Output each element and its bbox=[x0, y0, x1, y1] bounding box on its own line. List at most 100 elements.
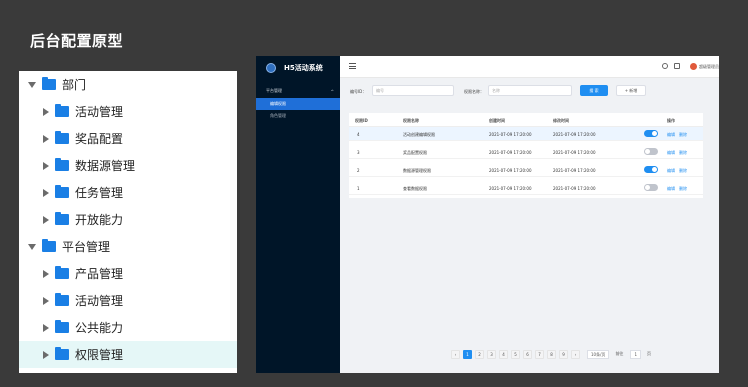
tree-item[interactable]: 部门 bbox=[19, 71, 237, 98]
sidebar-item-edit-permission[interactable]: 编辑权限 bbox=[256, 98, 340, 110]
tree-item-label: 奖品配置 bbox=[75, 132, 124, 146]
page-button[interactable]: 8 bbox=[547, 349, 556, 359]
app-logo-text: H5活动系统 bbox=[284, 64, 323, 72]
page-button[interactable]: 1 bbox=[463, 349, 472, 359]
caret-right-icon[interactable] bbox=[43, 134, 49, 143]
column-header: 权限ID bbox=[355, 118, 368, 123]
next-page-icon[interactable]: › bbox=[571, 349, 580, 359]
name-filter-input[interactable]: 名称 bbox=[488, 85, 572, 96]
tree-item[interactable]: 权限管理 bbox=[19, 341, 237, 368]
caret-right-icon[interactable] bbox=[43, 107, 49, 116]
table-cell-modified: 2021-07-09 17:20:00 bbox=[553, 168, 596, 173]
folder-icon bbox=[55, 293, 69, 306]
table-row[interactable]: 1 查看数据权限 2021-07-09 17:20:00 2021-07-09 17:… bbox=[349, 181, 703, 195]
table-cell-created: 2021-07-09 17:20:00 bbox=[489, 132, 532, 137]
table-header: 权限ID 权限名称 创建时间 修改时间 操作 bbox=[349, 113, 703, 127]
tree-item-label: 部门 bbox=[62, 78, 87, 92]
tree-item-label: 数据源管理 bbox=[75, 159, 136, 173]
tree-item[interactable]: 产品管理 bbox=[19, 260, 237, 287]
fullscreen-icon[interactable] bbox=[674, 63, 680, 69]
folder-icon bbox=[42, 77, 56, 90]
sidebar-item-role-management[interactable]: 角色管理 bbox=[256, 110, 340, 122]
status-toggle[interactable] bbox=[644, 148, 658, 155]
status-toggle[interactable] bbox=[644, 166, 658, 173]
table-cell-name: 查看数据权限 bbox=[403, 186, 427, 191]
add-button[interactable]: + 新增 bbox=[616, 85, 646, 96]
table-cell-name: 奖品配置权限 bbox=[403, 150, 427, 155]
column-header: 创建时间 bbox=[489, 118, 505, 123]
caret-right-icon[interactable] bbox=[43, 296, 49, 305]
status-toggle[interactable] bbox=[644, 184, 658, 191]
search-icon[interactable] bbox=[662, 63, 668, 69]
column-header: 修改时间 bbox=[553, 118, 569, 123]
tree-item[interactable]: 奖品配置 bbox=[19, 125, 237, 152]
delete-link[interactable]: 删除 bbox=[679, 150, 687, 156]
column-header: 权限名称 bbox=[403, 118, 419, 123]
id-filter-input[interactable]: 编号 bbox=[372, 85, 454, 96]
edit-link[interactable]: 编辑 bbox=[667, 168, 675, 174]
menu-toggle-icon[interactable] bbox=[349, 63, 356, 69]
page-button[interactable]: 4 bbox=[499, 349, 508, 359]
name-filter-label: 权限名称： bbox=[464, 89, 484, 94]
app-screenshot: H5活动系统 平台管理 ^ 编辑权限 角色管理 超级管理员 编号ID： 编号 权… bbox=[256, 56, 719, 373]
table-row[interactable]: 3 奖品配置权限 2021-07-09 17:20:00 2021-07-09 17:… bbox=[349, 145, 703, 159]
table-row[interactable]: 4 活动创建编辑权限 2021-07-09 17:20:00 2021-07-09 1… bbox=[349, 127, 703, 141]
caret-right-icon[interactable] bbox=[43, 161, 49, 170]
edit-link[interactable]: 编辑 bbox=[667, 132, 675, 138]
folder-icon bbox=[55, 104, 69, 117]
sidebar-group-platform[interactable]: 平台管理 ^ bbox=[256, 84, 340, 98]
table-row[interactable]: 2 数据源管理权限 2021-07-09 17:20:00 2021-07-09 17… bbox=[349, 163, 703, 177]
goto-input[interactable]: 1 bbox=[630, 349, 641, 359]
caret-down-icon[interactable] bbox=[28, 243, 36, 250]
tree-item[interactable]: 数据源管理 bbox=[19, 152, 237, 179]
slide-title: 后台配置原型 bbox=[30, 32, 124, 50]
page-button[interactable]: 9 bbox=[559, 349, 568, 359]
folder-icon bbox=[55, 266, 69, 279]
page-button[interactable]: 5 bbox=[511, 349, 520, 359]
edit-link[interactable]: 编辑 bbox=[667, 186, 675, 192]
username[interactable]: 超级管理员 bbox=[699, 64, 719, 70]
caret-right-icon[interactable] bbox=[43, 323, 49, 332]
tree-item[interactable]: 活动管理 bbox=[19, 287, 237, 314]
table-cell-id: 4 bbox=[357, 132, 360, 137]
caret-right-icon[interactable] bbox=[43, 188, 49, 197]
table-cell-created: 2021-07-09 17:20:00 bbox=[489, 150, 532, 155]
caret-right-icon[interactable] bbox=[43, 269, 49, 278]
tree-item-label: 活动管理 bbox=[75, 294, 124, 308]
column-header: 操作 bbox=[667, 118, 675, 123]
table-cell-modified: 2021-07-09 17:20:00 bbox=[553, 132, 596, 137]
tree-item[interactable]: 任务管理 bbox=[19, 179, 237, 206]
sidebar-item-label: 编辑权限 bbox=[270, 101, 286, 106]
tree-item[interactable]: 平台管理 bbox=[19, 233, 237, 260]
caret-down-icon[interactable] bbox=[28, 81, 36, 88]
folder-icon bbox=[55, 320, 69, 333]
edit-link[interactable]: 编辑 bbox=[667, 150, 675, 156]
search-button[interactable]: 搜 索 bbox=[580, 85, 608, 96]
folder-icon bbox=[55, 347, 69, 360]
app-sidebar: H5活动系统 平台管理 ^ 编辑权限 角色管理 bbox=[256, 56, 340, 373]
page-button[interactable]: 3 bbox=[487, 349, 496, 359]
filter-bar: 编号ID： 编号 权限名称： 名称 搜 索 + 新增 bbox=[340, 78, 719, 104]
page-size-select[interactable]: 10条/页 bbox=[587, 349, 610, 359]
page-button[interactable]: 7 bbox=[535, 349, 544, 359]
pagination: ‹ 1 2 3 4 5 6 7 8 9 › 10条/页 前往 1 页 bbox=[451, 349, 654, 359]
delete-link[interactable]: 删除 bbox=[679, 132, 687, 138]
tree-item[interactable]: 开放能力 bbox=[19, 206, 237, 233]
status-toggle[interactable] bbox=[644, 130, 658, 137]
page-button[interactable]: 2 bbox=[475, 349, 484, 359]
tree-item-label: 任务管理 bbox=[75, 186, 124, 200]
caret-right-icon[interactable] bbox=[43, 350, 49, 359]
caret-right-icon[interactable] bbox=[43, 215, 49, 224]
table-cell-created: 2021-07-09 17:20:00 bbox=[489, 186, 532, 191]
avatar[interactable] bbox=[690, 63, 697, 70]
sidebar-group-label: 平台管理 bbox=[266, 88, 282, 93]
delete-link[interactable]: 删除 bbox=[679, 186, 687, 192]
app-logo[interactable]: H5活动系统 bbox=[256, 56, 340, 80]
table-cell-modified: 2021-07-09 17:20:00 bbox=[553, 186, 596, 191]
delete-link[interactable]: 删除 bbox=[679, 168, 687, 174]
prev-page-icon[interactable]: ‹ bbox=[451, 349, 460, 359]
tree-item[interactable]: 活动管理 bbox=[19, 98, 237, 125]
permission-table: 权限ID 权限名称 创建时间 修改时间 操作 4 活动创建编辑权限 2021-07-… bbox=[349, 113, 703, 198]
page-button[interactable]: 6 bbox=[523, 349, 532, 359]
tree-item[interactable]: 公共能力 bbox=[19, 314, 237, 341]
